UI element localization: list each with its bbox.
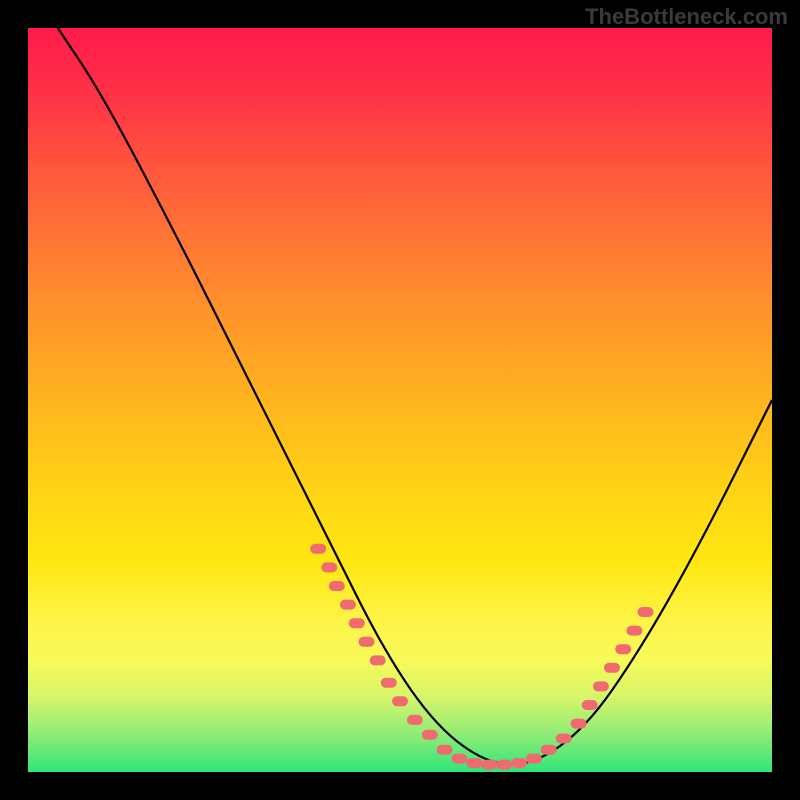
data-marker bbox=[407, 715, 423, 725]
data-marker bbox=[496, 760, 512, 770]
data-marker bbox=[359, 637, 375, 647]
data-marker bbox=[582, 700, 598, 710]
data-marker bbox=[329, 581, 345, 591]
data-marker bbox=[381, 678, 397, 688]
data-marker bbox=[626, 626, 642, 636]
data-marker bbox=[604, 663, 620, 673]
data-marker bbox=[481, 760, 497, 770]
data-marker bbox=[593, 681, 609, 691]
plot-area bbox=[28, 28, 772, 772]
data-marker bbox=[571, 719, 587, 729]
marker-group bbox=[310, 544, 653, 770]
data-marker bbox=[638, 607, 654, 617]
chart-container: TheBottleneck.com bbox=[0, 0, 800, 800]
data-marker bbox=[422, 730, 438, 740]
data-marker bbox=[541, 745, 557, 755]
watermark-text: TheBottleneck.com bbox=[585, 4, 788, 30]
data-marker bbox=[437, 745, 453, 755]
data-marker bbox=[452, 754, 468, 764]
data-marker bbox=[466, 758, 482, 768]
data-marker bbox=[370, 655, 386, 665]
bottleneck-curve bbox=[58, 28, 772, 765]
data-marker bbox=[310, 544, 326, 554]
data-marker bbox=[340, 600, 356, 610]
data-marker bbox=[615, 644, 631, 654]
data-marker bbox=[526, 754, 542, 764]
data-marker bbox=[321, 562, 337, 572]
data-marker bbox=[392, 696, 408, 706]
data-marker bbox=[556, 734, 572, 744]
chart-svg bbox=[28, 28, 772, 772]
data-marker bbox=[511, 758, 527, 768]
data-marker bbox=[349, 618, 365, 628]
